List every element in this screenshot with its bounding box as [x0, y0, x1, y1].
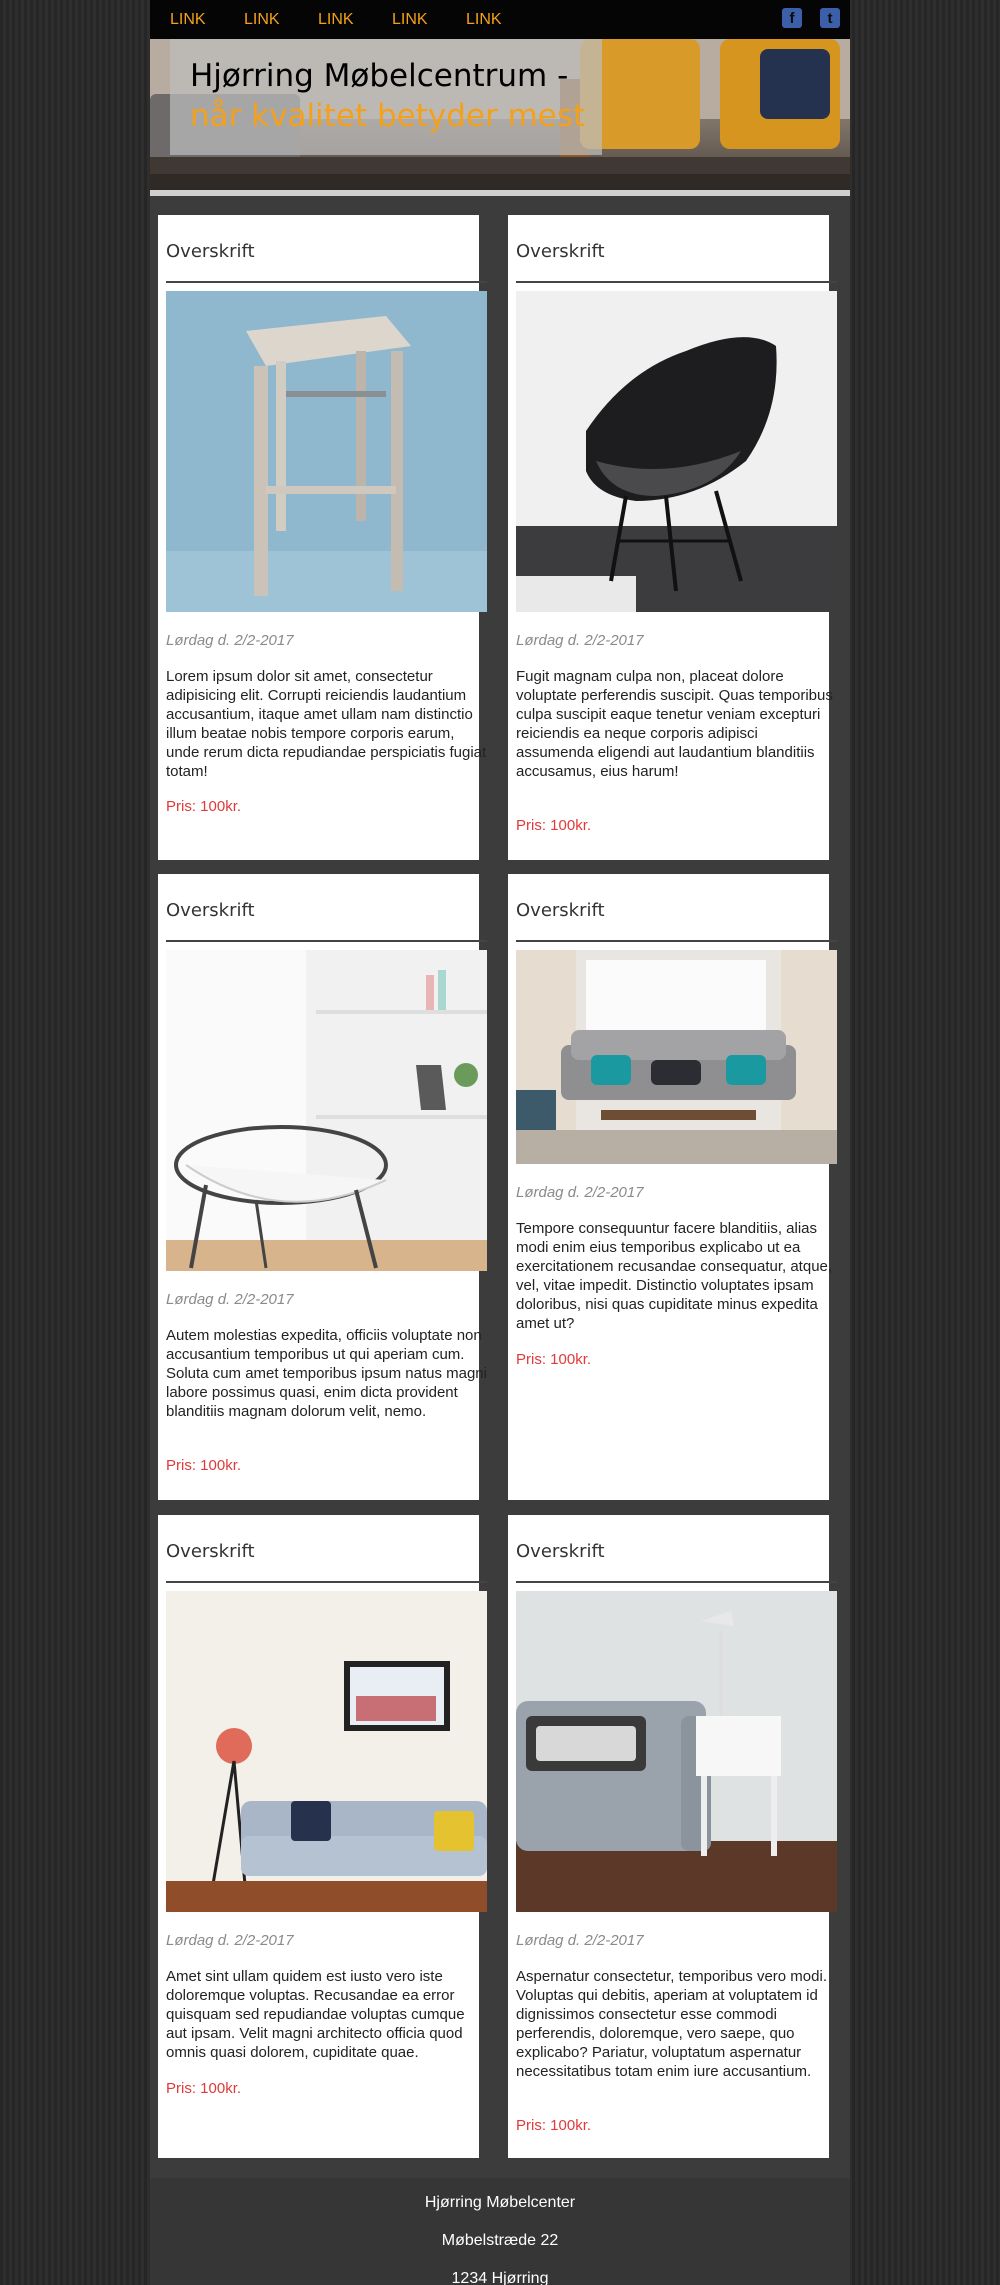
card-heading: Overskrift	[516, 1541, 605, 1562]
card-date: Lørdag d. 2/2-2017	[166, 632, 294, 649]
card-price: Pris: 100kr.	[166, 798, 242, 815]
card-heading: Overskrift	[516, 900, 605, 921]
card-text: Autem molestias expedita, officiis volup…	[166, 1327, 487, 1420]
black-armchair-photo	[516, 291, 837, 612]
nav-link-4[interactable]: LINK	[392, 0, 466, 39]
card-date: Lørdag d. 2/2-2017	[166, 1932, 294, 1949]
card-text: Lorem ipsum dolor sit amet, consectetur …	[166, 668, 487, 780]
card-date: Lørdag d. 2/2-2017	[166, 1291, 294, 1308]
card-price: Pris: 100kr.	[516, 817, 592, 834]
hero-divider	[150, 190, 850, 196]
card-date: Lørdag d. 2/2-2017	[516, 632, 644, 649]
hero-subtitle: når kvalitet betyder mest	[190, 98, 586, 134]
hero-banner: Hjørring Møbelcentrum - når kvalitet bet…	[150, 39, 850, 190]
card-divider	[166, 940, 487, 942]
card-divider	[516, 940, 837, 942]
hero-floor	[150, 174, 850, 190]
facebook-icon[interactable]: f	[782, 8, 802, 28]
card-price: Pris: 100kr.	[516, 2117, 592, 2134]
nav-link-1[interactable]: LINK	[170, 0, 244, 39]
card-divider	[166, 1581, 487, 1583]
hero-cushion	[760, 49, 830, 119]
card-heading: Overskrift	[166, 241, 255, 262]
card-text: Amet sint ullam quidem est iusto vero is…	[166, 1968, 465, 2061]
footer: Hjørring Møbelcenter Møbelstræde 22 1234…	[150, 2178, 850, 2285]
nav-link-2[interactable]: LINK	[244, 0, 318, 39]
product-card-1: Overskrift Lørdag d. 2/2-2017 Lorem ipsu…	[158, 215, 487, 860]
blue-sofa-photo	[166, 1591, 487, 1912]
card-price: Pris: 100kr.	[516, 1351, 592, 1368]
footer-city: 1234 Hjørring	[451, 2270, 549, 2285]
card-date: Lørdag d. 2/2-2017	[516, 1932, 644, 1949]
product-card-4: Overskrift Lørdag d. 2/2-2017 Tempore co…	[508, 874, 837, 1500]
card-price: Pris: 100kr.	[166, 1457, 242, 1474]
product-card-5: Overskrift Lørdag d. 2/2-2017 Amet sint …	[158, 1515, 487, 2158]
card-divider	[516, 1581, 837, 1583]
page-container: LINK LINK LINK LINK LINK f t Hjørring Mø…	[150, 0, 850, 2285]
grey-sofa-lamp-photo	[516, 1591, 837, 1912]
wire-chair-photo	[166, 950, 487, 1271]
nav-links: LINK LINK LINK LINK LINK	[170, 0, 540, 39]
hero-title-box: Hjørring Møbelcentrum - når kvalitet bet…	[170, 39, 602, 155]
card-price: Pris: 100kr.	[166, 2080, 242, 2097]
card-divider	[516, 281, 837, 283]
card-text: Aspernatur consectetur, temporibus vero …	[516, 1968, 827, 2080]
nav-link-3[interactable]: LINK	[318, 0, 392, 39]
product-card-6: Overskrift Lørdag d. 2/2-2017 Aspernatur…	[508, 1515, 837, 2158]
card-divider	[166, 281, 487, 283]
footer-street: Møbelstræde 22	[441, 2232, 559, 2249]
living-room-sofa-photo	[516, 950, 837, 1164]
hero-title: Hjørring Møbelcentrum -	[190, 58, 569, 94]
top-navigation: LINK LINK LINK LINK LINK f t	[150, 0, 850, 39]
card-heading: Overskrift	[166, 1541, 255, 1562]
social-links: f t	[782, 8, 840, 28]
card-text: Tempore consequuntur facere blanditiis, …	[516, 1220, 833, 1332]
nav-link-5[interactable]: LINK	[466, 0, 540, 39]
card-heading: Overskrift	[516, 241, 605, 262]
bar-stool-photo	[166, 291, 487, 612]
product-card-2: Overskrift Lørdag d. 2/2-2017 Fugit magn…	[508, 215, 837, 860]
card-date: Lørdag d. 2/2-2017	[516, 1184, 644, 1201]
footer-company-name: Hjørring Møbelcenter	[424, 2194, 576, 2211]
card-text: Fugit magnam culpa non, placeat dolore v…	[516, 668, 833, 780]
product-card-3: Overskrift Lørdag d. 2/2-2017 Autem mole…	[158, 874, 487, 1500]
card-heading: Overskrift	[166, 900, 255, 921]
twitter-icon[interactable]: t	[820, 8, 840, 28]
